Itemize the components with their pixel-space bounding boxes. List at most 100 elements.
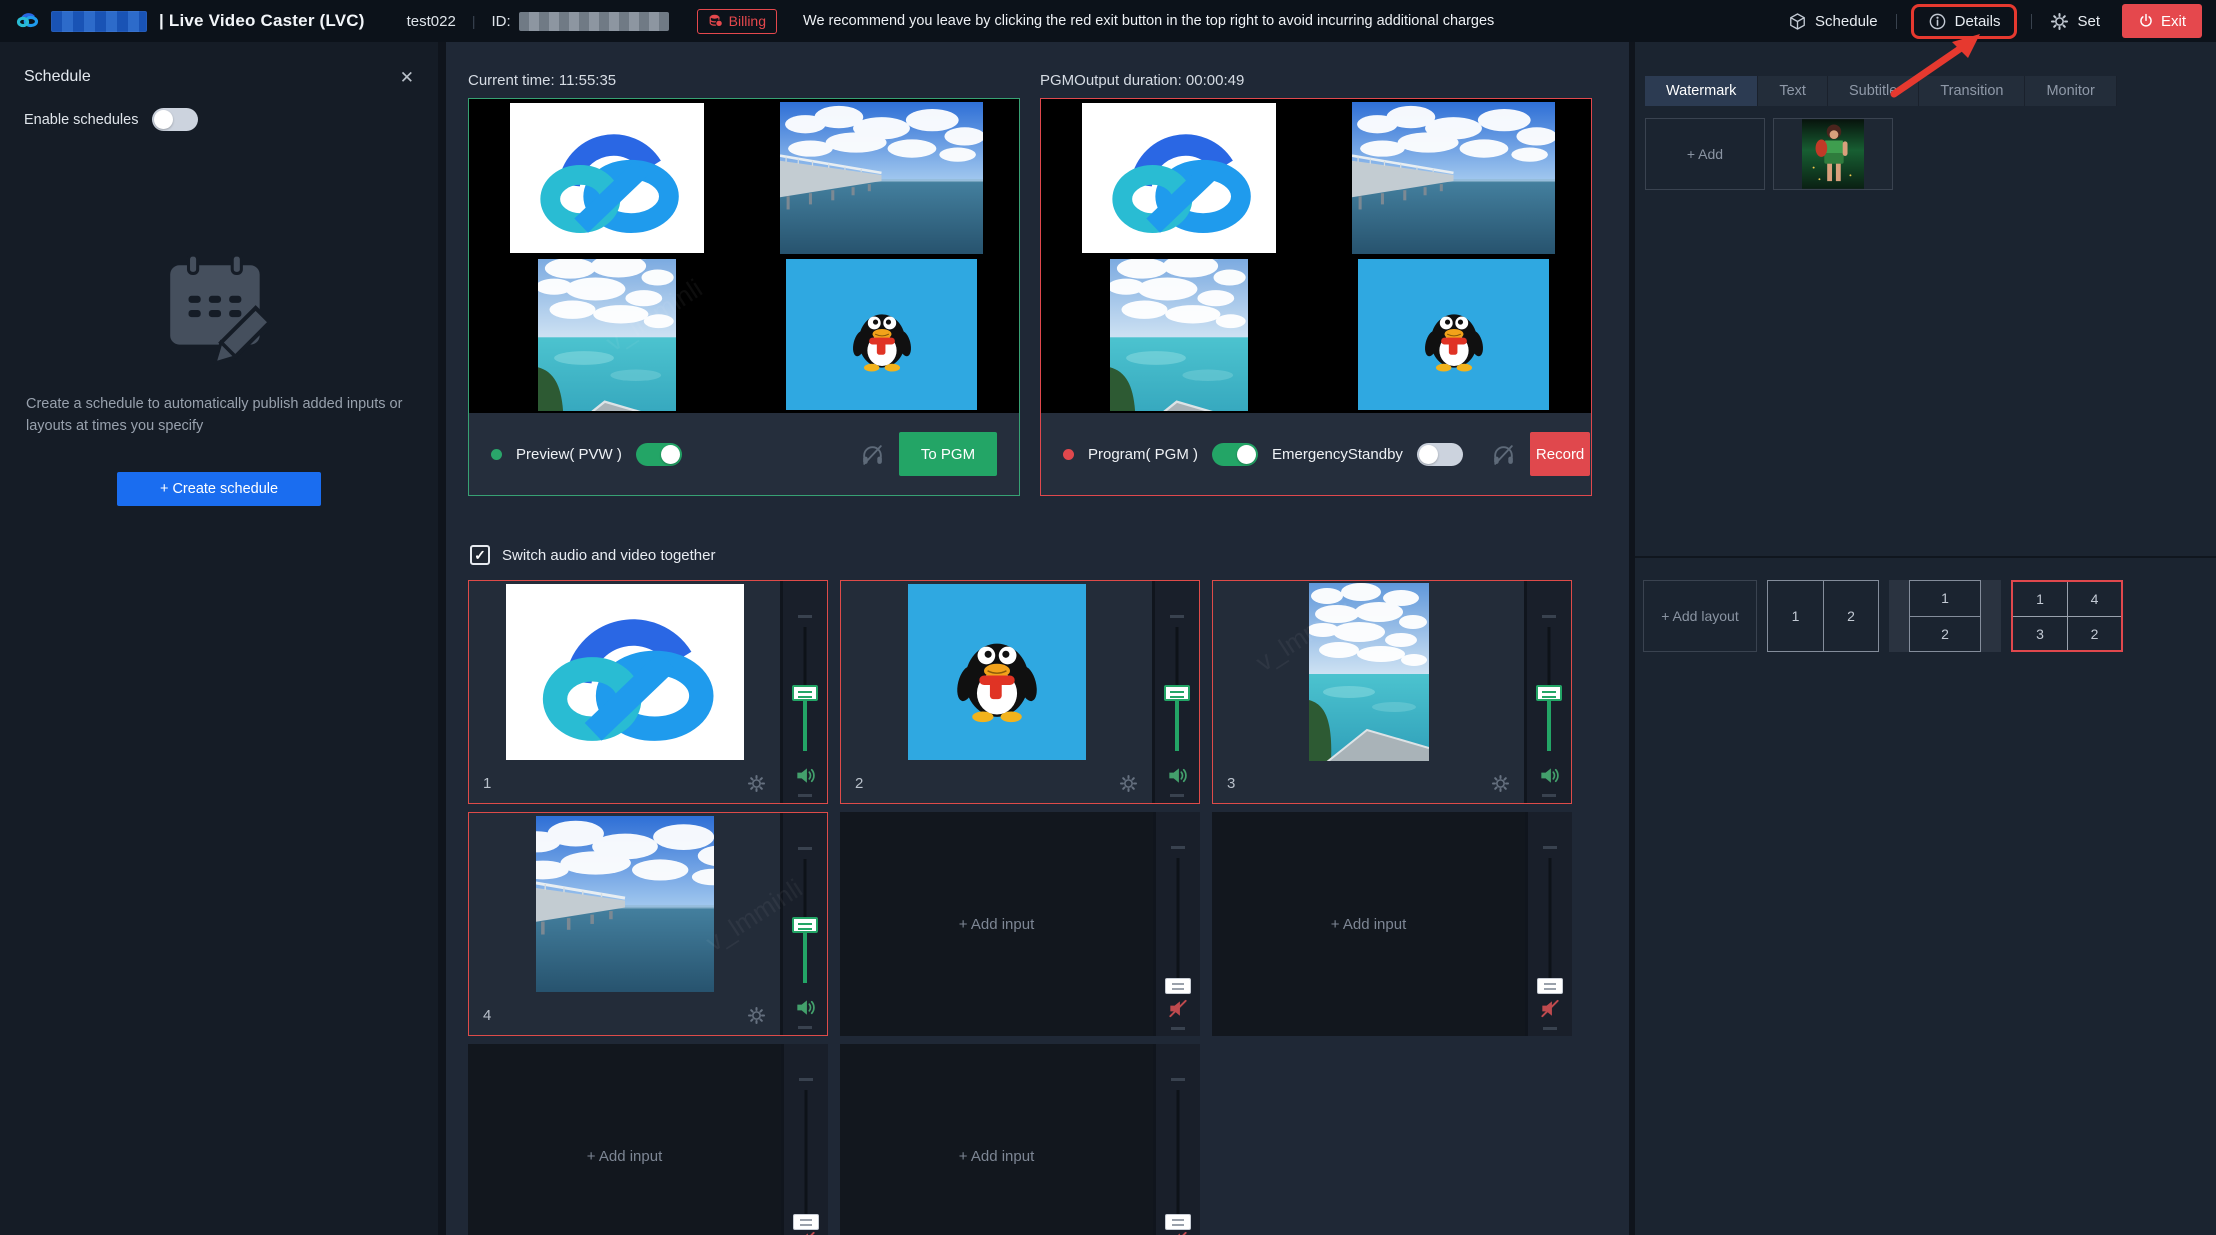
- volume-handle[interactable]: [1537, 977, 1563, 994]
- tab-transition[interactable]: Transition: [1919, 76, 2026, 106]
- pgm-status-dot: [1063, 448, 1074, 460]
- add-input-button[interactable]: + Add input: [840, 1044, 1153, 1235]
- schedule-menu-button[interactable]: Schedule: [1784, 12, 1882, 31]
- gear-icon: [2050, 12, 2069, 31]
- add-input-button[interactable]: + Add input: [1212, 812, 1525, 1036]
- create-schedule-button[interactable]: + Create schedule: [117, 471, 321, 506]
- pgm-label: Program( PGM ): [1088, 445, 1199, 463]
- toggle-knob: [660, 444, 680, 464]
- pgm-panel: Program( PGM ) EmergencyStandby Record: [1040, 98, 1592, 496]
- pvw-quadrant-1: [469, 99, 744, 256]
- divider: [1895, 13, 1897, 29]
- volume-handle[interactable]: [1164, 685, 1190, 702]
- input-tile-4[interactable]: 4: [469, 813, 780, 1035]
- input-cell-6-empty: + Add input: [1212, 812, 1572, 1036]
- tencent-cloud-logo-icon: [14, 8, 41, 35]
- switch-av-row: ✓ Switch audio and video together: [470, 545, 715, 565]
- speaker-muted-icon[interactable]: [1539, 997, 1562, 1020]
- schedule-empty-description: Create a schedule to automatically publi…: [26, 396, 403, 435]
- pvw-quadrant-3: [469, 256, 744, 413]
- input-settings-gear-icon[interactable]: [747, 774, 766, 793]
- input-tile-1[interactable]: 1: [469, 581, 780, 803]
- right-panel-tabs: Watermark Text Subtitle Transition Monit…: [1645, 76, 2216, 106]
- video-cloud-logo: [1081, 102, 1276, 253]
- speaker-muted-icon[interactable]: [1167, 1229, 1190, 1235]
- input-settings-gear-icon[interactable]: [1491, 774, 1510, 793]
- input-thumb-bridge-photo: [536, 816, 714, 992]
- monitor-audio-off-icon[interactable]: [1491, 442, 1516, 467]
- watermark-thumbnail[interactable]: [1773, 118, 1893, 190]
- tab-subtitle[interactable]: Subtitle: [1827, 76, 1920, 106]
- add-input-button[interactable]: + Add input: [840, 812, 1153, 1036]
- set-menu-button[interactable]: Set: [2046, 12, 2104, 31]
- volume-handle[interactable]: [792, 685, 818, 702]
- enable-schedules-toggle[interactable]: [152, 108, 199, 131]
- speaker-on-icon[interactable]: [1166, 764, 1189, 787]
- pvw-panel: Preview( PVW ) To PGM: [468, 98, 1020, 496]
- brand-name-redacted: [51, 10, 147, 32]
- exit-warning-text: We recommend you leave by clicking the r…: [803, 13, 1495, 29]
- details-menu-button[interactable]: Details: [1910, 3, 2018, 39]
- emergency-standby-label: EmergencyStandby: [1272, 445, 1403, 463]
- tab-text[interactable]: Text: [1758, 76, 1828, 106]
- app-body: Schedule ✕ Enable schedules Create a sch…: [0, 42, 2216, 1235]
- input-thumb-penguin: [907, 584, 1086, 760]
- volume-handle[interactable]: [793, 1214, 819, 1231]
- details-menu-label: Details: [1954, 12, 2001, 30]
- add-watermark-button[interactable]: + Add: [1645, 118, 1765, 190]
- volume-handle[interactable]: [1165, 977, 1191, 994]
- caster-id-redacted: [518, 11, 669, 31]
- input-cell-4: 4: [468, 812, 828, 1036]
- caster-name: test022: [406, 12, 456, 30]
- emergency-standby-toggle[interactable]: [1416, 442, 1463, 466]
- speaker-muted-icon[interactable]: [795, 1229, 818, 1235]
- speaker-on-icon[interactable]: [1538, 764, 1561, 787]
- input-tile-3[interactable]: 3: [1213, 581, 1524, 803]
- input-settings-gear-icon[interactable]: [747, 1006, 766, 1025]
- speaker-on-icon[interactable]: [794, 764, 817, 787]
- divider: |: [471, 13, 476, 29]
- schedule-menu-label: Schedule: [1815, 12, 1878, 30]
- to-pgm-button[interactable]: To PGM: [899, 432, 997, 476]
- set-menu-label: Set: [2077, 12, 2100, 30]
- monitor-audio-off-icon[interactable]: [860, 442, 885, 467]
- pgm-quadrant-4: [1316, 99, 1591, 256]
- add-layout-button[interactable]: + Add layout: [1643, 580, 1757, 652]
- volume-handle[interactable]: [1536, 685, 1562, 702]
- tab-monitor[interactable]: Monitor: [2025, 76, 2117, 106]
- volume-handle[interactable]: [1165, 1214, 1191, 1231]
- schedule-sidebar: Schedule ✕ Enable schedules Create a sch…: [0, 42, 438, 1235]
- input-cell-8-empty: + Add input: [840, 1044, 1200, 1235]
- speaker-on-icon[interactable]: [794, 996, 817, 1019]
- switch-av-checkbox[interactable]: ✓: [470, 545, 490, 565]
- pgm-quadrant-3: [1041, 256, 1316, 413]
- divider: [438, 42, 446, 1235]
- volume-handle[interactable]: [792, 917, 818, 934]
- input-tile-2[interactable]: 2: [841, 581, 1152, 803]
- input-grid: 1 2 3 4 + Add input + Add input + Add in…: [468, 580, 1572, 1235]
- pvw-quadrant-2: [744, 256, 1019, 413]
- switch-av-label: Switch audio and video together: [502, 546, 716, 564]
- tab-watermark[interactable]: Watermark: [1645, 76, 1759, 106]
- right-panel: Watermark Text Subtitle Transition Monit…: [1635, 42, 2216, 1235]
- layout-preset-stack[interactable]: 1 2: [1889, 580, 2001, 652]
- record-button[interactable]: Record: [1529, 432, 1591, 476]
- close-icon[interactable]: ✕: [400, 69, 414, 86]
- billing-badge[interactable]: Billing: [696, 8, 778, 34]
- pgm-quadrant-2: [1316, 256, 1591, 413]
- layout-preset-quad-active[interactable]: 1 4 3 2: [2011, 580, 2123, 652]
- speaker-muted-icon[interactable]: [1167, 997, 1190, 1020]
- input-settings-gear-icon[interactable]: [1119, 774, 1138, 793]
- enable-schedules-row: Enable schedules: [24, 108, 414, 131]
- watermark-character-image: [1802, 119, 1864, 189]
- exit-button[interactable]: Exit: [2121, 4, 2202, 38]
- input-thumb-cloud-logo: [505, 584, 744, 760]
- layout-preset-two-split[interactable]: 1 2: [1767, 580, 1879, 652]
- toggle-knob: [154, 110, 174, 129]
- input-number: 3: [1227, 774, 1236, 792]
- add-input-button[interactable]: + Add input: [468, 1044, 781, 1235]
- pvw-toggle[interactable]: [635, 442, 682, 466]
- add-input-label: + Add input: [958, 915, 1035, 933]
- pgm-toggle[interactable]: [1212, 442, 1259, 466]
- pvw-label: Preview( PVW ): [516, 445, 622, 463]
